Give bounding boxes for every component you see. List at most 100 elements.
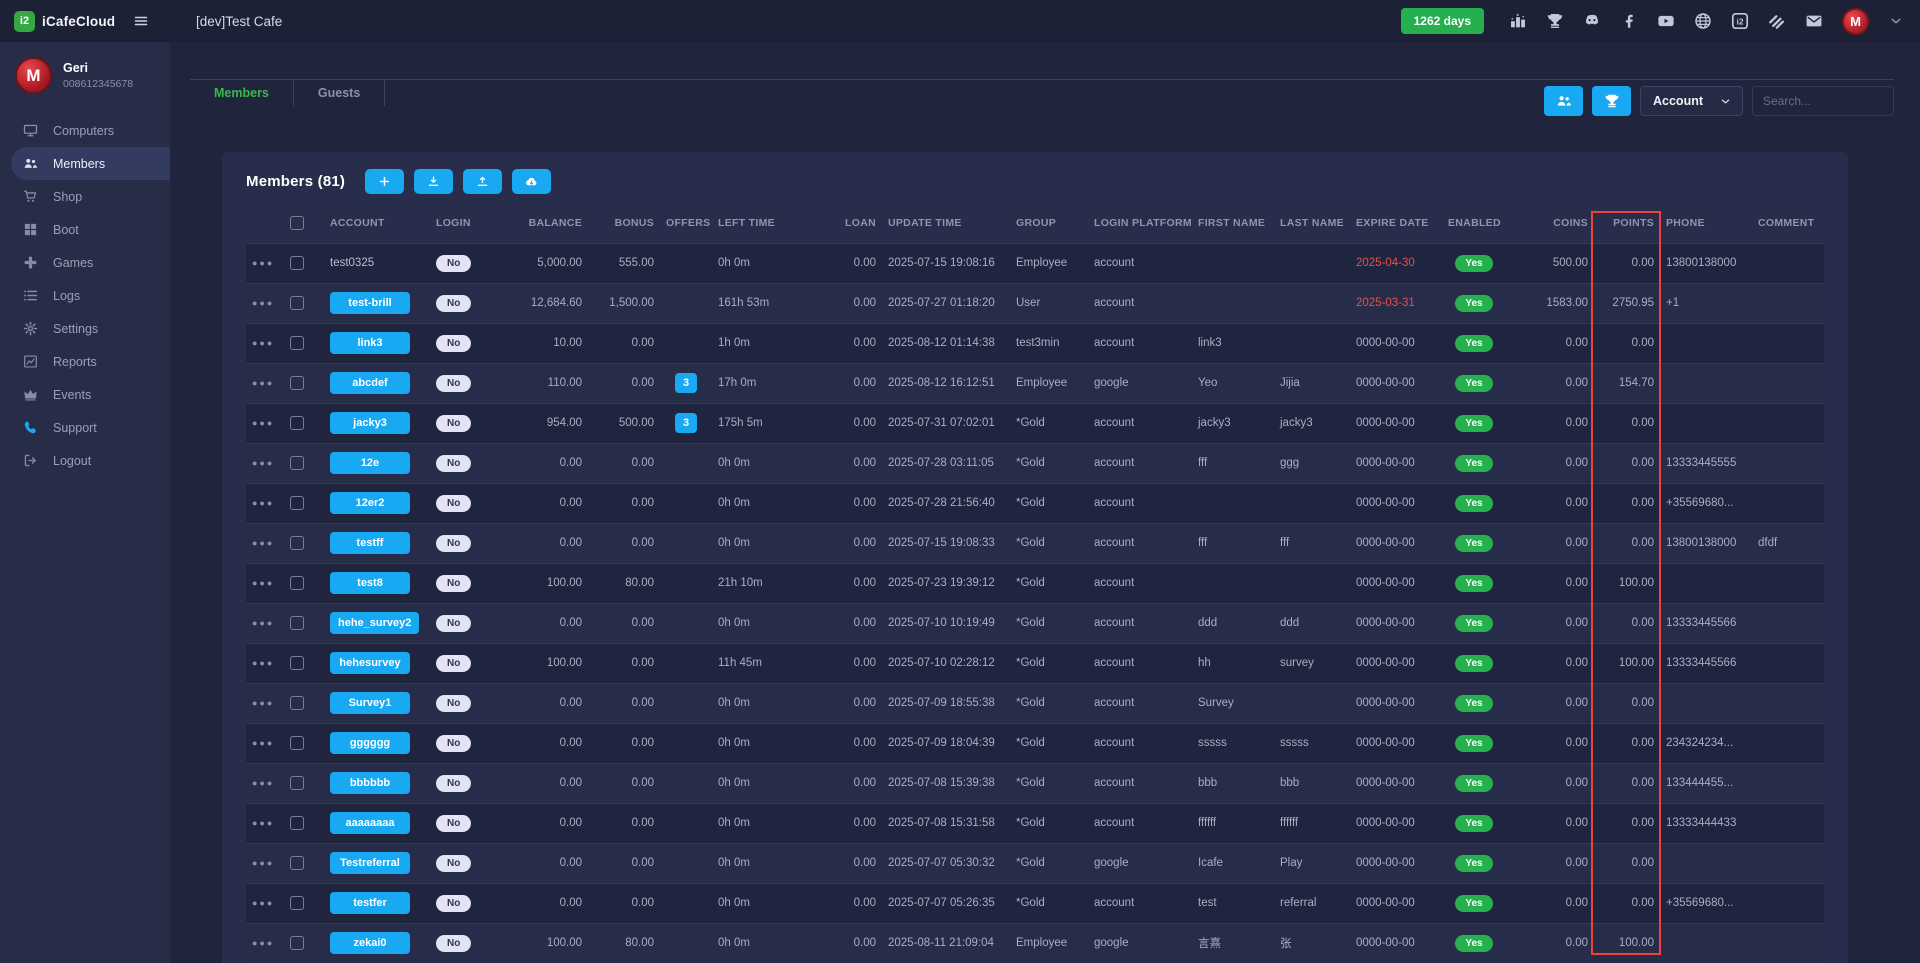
enabled-badge[interactable]: Yes [1442, 683, 1506, 723]
account-button[interactable]: hehe_survey2 [324, 603, 430, 643]
col-header-points[interactable]: POINTS [1594, 203, 1660, 243]
enabled-badge[interactable]: Yes [1442, 243, 1506, 283]
col-header-login[interactable]: LOGIN [430, 203, 496, 243]
row-checkbox[interactable] [284, 403, 324, 443]
account-button[interactable]: Survey1 [324, 683, 430, 723]
user-avatar-sidebar[interactable]: M [15, 57, 52, 94]
row-actions-menu[interactable]: ●●● [246, 483, 284, 523]
import-button[interactable] [414, 169, 453, 194]
col-header-enabled[interactable]: ENABLED [1442, 203, 1506, 243]
col-header-comment[interactable]: COMMENT [1752, 203, 1824, 243]
youtube-icon[interactable] [1657, 12, 1675, 30]
col-header-phone[interactable]: PHONE [1660, 203, 1752, 243]
row-checkbox[interactable] [284, 523, 324, 563]
col-header-left_time[interactable]: LEFT TIME [712, 203, 824, 243]
tab-guests[interactable]: Guests [294, 80, 385, 106]
col-header-balance[interactable]: BALANCE [496, 203, 588, 243]
sidebar-item-settings[interactable]: Settings [0, 312, 170, 345]
row-checkbox[interactable] [284, 363, 324, 403]
account-button[interactable]: abcdef [324, 363, 430, 403]
account-button[interactable]: link3 [324, 323, 430, 363]
enabled-badge[interactable]: Yes [1442, 323, 1506, 363]
col-header-offers[interactable]: OFFERS [660, 203, 712, 243]
col-header-account[interactable]: ACCOUNT [324, 203, 430, 243]
row-checkbox[interactable] [284, 443, 324, 483]
col-header-group[interactable]: GROUP [1010, 203, 1088, 243]
row-checkbox[interactable] [284, 923, 324, 963]
add-member-button[interactable] [365, 169, 404, 194]
col-header-last_name[interactable]: LAST NAME [1274, 203, 1350, 243]
row-actions-menu[interactable]: ●●● [246, 363, 284, 403]
account-button[interactable]: 12e [324, 443, 430, 483]
col-header-update_time[interactable]: UPDATE TIME [882, 203, 1010, 243]
sidebar-item-logs[interactable]: Logs [0, 279, 170, 312]
col-header-coins[interactable]: COINS [1506, 203, 1594, 243]
row-actions-menu[interactable]: ●●● [246, 563, 284, 603]
row-actions-menu[interactable]: ●●● [246, 323, 284, 363]
enabled-badge[interactable]: Yes [1442, 923, 1506, 963]
enabled-badge[interactable]: Yes [1442, 403, 1506, 443]
sidebar-item-support[interactable]: Support [0, 411, 170, 444]
col-header-check[interactable] [284, 203, 324, 243]
row-actions-menu[interactable]: ●●● [246, 523, 284, 563]
account-button[interactable]: jacky3 [324, 403, 430, 443]
tab-members[interactable]: Members [190, 80, 294, 106]
ranking-icon[interactable] [1509, 12, 1527, 30]
enabled-badge[interactable]: Yes [1442, 563, 1506, 603]
account-button[interactable]: Testreferral [324, 843, 430, 883]
account-button[interactable]: gggggg [324, 723, 430, 763]
account-button[interactable]: testff [324, 523, 430, 563]
enabled-badge[interactable]: Yes [1442, 763, 1506, 803]
enabled-badge[interactable]: Yes [1442, 883, 1506, 923]
offers-badge[interactable]: 3 [660, 363, 712, 403]
sidebar-item-reports[interactable]: Reports [0, 345, 170, 378]
enabled-badge[interactable]: Yes [1442, 643, 1506, 683]
row-actions-menu[interactable]: ●●● [246, 403, 284, 443]
row-checkbox[interactable] [284, 603, 324, 643]
account-button[interactable]: test-brill [324, 283, 430, 323]
cloud-sync-button[interactable] [512, 169, 551, 194]
account-filter-select[interactable]: Account [1640, 86, 1743, 116]
account-button[interactable]: bbbbbb [324, 763, 430, 803]
row-actions-menu[interactable]: ●●● [246, 603, 284, 643]
row-checkbox[interactable] [284, 243, 324, 283]
sidebar-item-games[interactable]: Games [0, 246, 170, 279]
layers-icon[interactable] [1768, 12, 1786, 30]
account-button[interactable]: hehesurvey [324, 643, 430, 683]
row-actions-menu[interactable]: ●●● [246, 923, 284, 963]
row-actions-menu[interactable]: ●●● [246, 683, 284, 723]
row-checkbox[interactable] [284, 283, 324, 323]
account-button[interactable]: aaaaaaaa [324, 803, 430, 843]
row-actions-menu[interactable]: ●●● [246, 443, 284, 483]
enabled-badge[interactable]: Yes [1442, 803, 1506, 843]
trophy-icon[interactable] [1546, 12, 1564, 30]
col-header-bonus[interactable]: BONUS [588, 203, 660, 243]
enabled-badge[interactable]: Yes [1442, 843, 1506, 883]
row-checkbox[interactable] [284, 723, 324, 763]
sidebar-item-shop[interactable]: Shop [0, 180, 170, 213]
row-actions-menu[interactable]: ●●● [246, 883, 284, 923]
row-actions-menu[interactable]: ●●● [246, 763, 284, 803]
row-checkbox[interactable] [284, 803, 324, 843]
row-actions-menu[interactable]: ●●● [246, 843, 284, 883]
sidebar-item-events[interactable]: Events [0, 378, 170, 411]
row-actions-menu[interactable]: ●●● [246, 283, 284, 323]
enabled-badge[interactable]: Yes [1442, 603, 1506, 643]
row-actions-menu[interactable]: ●●● [246, 243, 284, 283]
sidebar-item-members[interactable]: Members [11, 147, 170, 180]
discord-icon[interactable] [1583, 12, 1601, 30]
select-all-checkbox[interactable] [290, 216, 304, 230]
row-checkbox[interactable] [284, 683, 324, 723]
chevron-down-icon[interactable] [1888, 13, 1904, 29]
col-header-first_name[interactable]: FIRST NAME [1192, 203, 1274, 243]
row-checkbox[interactable] [284, 483, 324, 523]
row-checkbox[interactable] [284, 563, 324, 603]
enabled-badge[interactable]: Yes [1442, 443, 1506, 483]
row-checkbox[interactable] [284, 883, 324, 923]
search-input[interactable] [1752, 86, 1894, 116]
row-actions-menu[interactable]: ●●● [246, 723, 284, 763]
offers-badge[interactable]: 3 [660, 403, 712, 443]
row-checkbox[interactable] [284, 843, 324, 883]
col-header-platform[interactable]: LOGIN PLATFORM [1088, 203, 1192, 243]
facebook-icon[interactable] [1620, 12, 1638, 30]
